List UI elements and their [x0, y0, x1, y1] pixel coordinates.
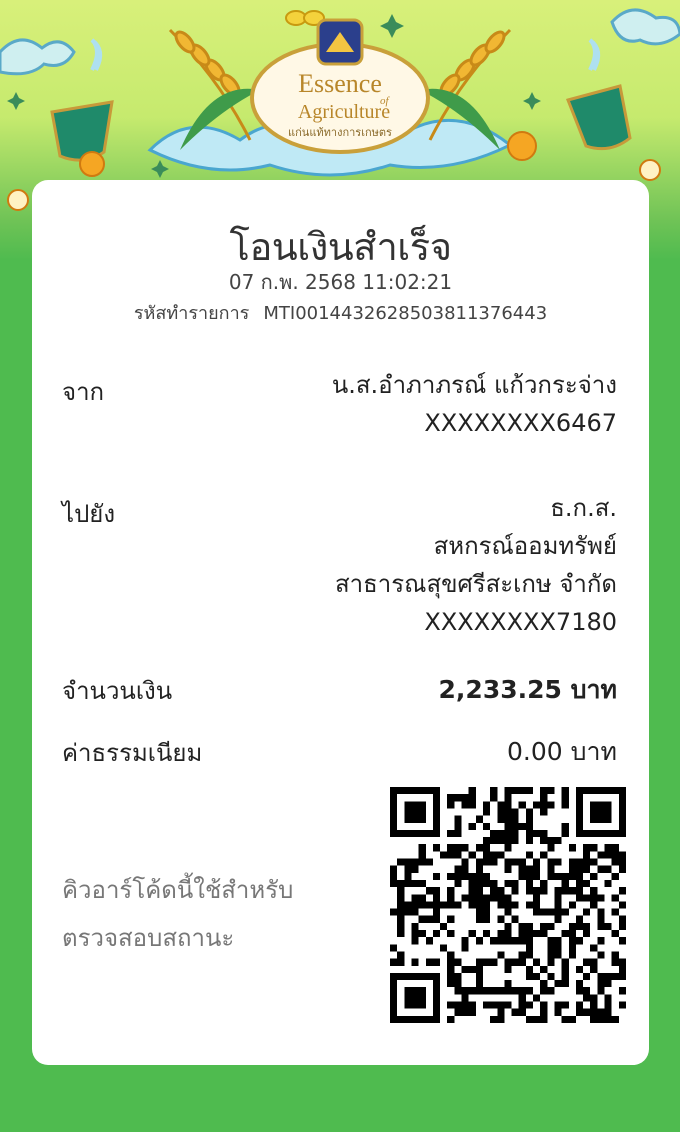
to-account: XXXXXXXX7180 [424, 608, 617, 636]
flower-icon [79, 151, 105, 177]
qr-note: คิวอาร์โค้ดนี้ใช้สำหรับ ตรวจสอบสถานะ [62, 866, 362, 962]
from-name: น.ส.อำภาภรณ์ แก้วกระจ่าง [331, 371, 617, 399]
teacup-right-icon [565, 38, 632, 151]
logo-subtitle: แก่นแท้ทางการเกษตร [288, 126, 392, 139]
cloud-left-icon [0, 38, 76, 76]
reference-value: MTI0014432628503811376443 [263, 303, 548, 324]
receipt-card: โอนเงินสำเร็จ 07 ก.พ. 2568 11:02:21 รหัส… [32, 180, 649, 1065]
to-details: ธ.ก.ส. สหกรณ์ออมทรัพย์ สาธารณสุขศรีสะเกษ… [335, 489, 617, 641]
from-details: น.ส.อำภาภรณ์ แก้วกระจ่าง XXXXXXXX6467 [332, 366, 617, 442]
logo-title-2: Agriculture [298, 101, 390, 123]
fee-value: 0.00 บาท [507, 737, 617, 766]
to-label: ไปยัง [62, 500, 116, 528]
from-account: XXXXXXXX6467 [424, 409, 617, 437]
amount-value: 2,233.25 บาท [438, 675, 617, 704]
qr-note-line1: คิวอาร์โค้ดนี้ใช้สำหรับ [62, 876, 294, 904]
flower-icon [507, 131, 537, 161]
fee-label: ค่าธรรมเนียม [62, 739, 203, 767]
from-label: จาก [62, 378, 105, 406]
reference-label: รหัสทำรายการ [133, 303, 250, 324]
logo-title-1: Essence [298, 69, 382, 98]
bottom-strip [0, 1132, 680, 1138]
rice-left-icon [168, 28, 252, 141]
to-name-line1: สหกรณ์ออมทรัพย์ [433, 532, 617, 560]
amount-label: จำนวนเงิน [62, 677, 173, 705]
cloud-right-icon [610, 8, 680, 46]
transaction-datetime: 07 ก.พ. 2568 11:02:21 [228, 270, 453, 294]
flower-icon [639, 159, 661, 181]
to-name-line2: สาธารณสุขศรีสะเกษ จำกัด [335, 570, 617, 598]
to-bank: ธ.ก.ส. [550, 494, 617, 522]
transaction-reference: รหัสทำรายการ MTI0014432628503811376443 [32, 298, 649, 327]
qr-note-line2: ตรวจสอบสถานะ [62, 924, 235, 952]
qr-code [390, 787, 626, 1023]
flower-icon [7, 189, 29, 211]
